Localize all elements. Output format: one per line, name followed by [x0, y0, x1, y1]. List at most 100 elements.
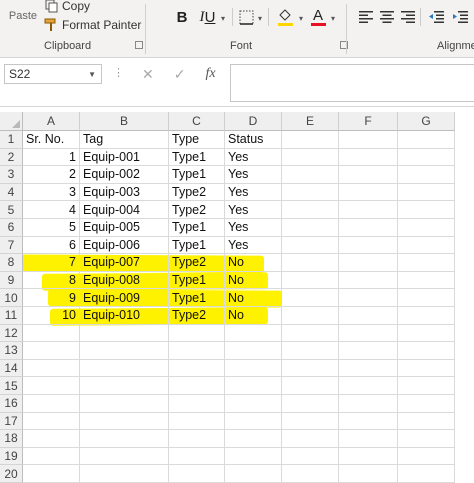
- cell-c17[interactable]: [169, 412, 225, 431]
- cell-c9[interactable]: Type1: [169, 271, 225, 290]
- formula-input[interactable]: [230, 64, 474, 102]
- cell-g3[interactable]: [398, 166, 455, 184]
- cell-g17[interactable]: [398, 412, 455, 431]
- cell-d15[interactable]: [225, 377, 282, 395]
- cell-g5[interactable]: [398, 201, 455, 219]
- fill-color-button[interactable]: [276, 6, 296, 28]
- cell-f17[interactable]: [339, 412, 398, 431]
- cell-f10[interactable]: [339, 289, 398, 307]
- cell-f18[interactable]: [339, 430, 398, 448]
- cell-f9[interactable]: [339, 271, 398, 290]
- column-header-f[interactable]: F: [339, 112, 398, 131]
- cell-e14[interactable]: [282, 359, 339, 378]
- cell-b1[interactable]: Tag: [80, 131, 169, 149]
- cell-b5[interactable]: Equip-004: [80, 201, 169, 219]
- cell-e6[interactable]: [282, 219, 339, 237]
- row-header-18[interactable]: 18: [0, 430, 23, 448]
- column-header-e[interactable]: E: [282, 112, 339, 131]
- cell-a18[interactable]: [23, 430, 80, 448]
- select-all-button[interactable]: [0, 112, 23, 131]
- cell-b6[interactable]: Equip-005: [80, 219, 169, 237]
- cell-g7[interactable]: [398, 236, 455, 255]
- cell-b2[interactable]: Equip-001: [80, 148, 169, 167]
- cell-b17[interactable]: [80, 412, 169, 431]
- cell-d10[interactable]: No: [225, 289, 282, 307]
- font-color-button[interactable]: A: [308, 6, 328, 28]
- cell-f15[interactable]: [339, 377, 398, 395]
- cancel-icon[interactable]: ✕: [142, 66, 154, 83]
- cell-a7[interactable]: 6: [23, 236, 80, 255]
- cell-f16[interactable]: [339, 395, 398, 413]
- row-header-10[interactable]: 10: [0, 289, 23, 307]
- underline-dropdown-arrow[interactable]: ▾: [221, 14, 225, 23]
- cell-b13[interactable]: [80, 342, 169, 360]
- cell-f19[interactable]: [339, 447, 398, 466]
- cell-g8[interactable]: [398, 254, 455, 272]
- row-header-14[interactable]: 14: [0, 359, 23, 378]
- cell-c6[interactable]: Type1: [169, 219, 225, 237]
- row-header-11[interactable]: 11: [0, 307, 23, 325]
- clipboard-dialog-launcher[interactable]: [135, 41, 143, 49]
- cell-d7[interactable]: Yes: [225, 236, 282, 255]
- cell-c3[interactable]: Type1: [169, 166, 225, 184]
- fill-color-dropdown-arrow[interactable]: ▾: [299, 14, 303, 23]
- column-header-b[interactable]: B: [80, 112, 169, 131]
- cell-a6[interactable]: 5: [23, 219, 80, 237]
- cell-f13[interactable]: [339, 342, 398, 360]
- row-header-15[interactable]: 15: [0, 377, 23, 395]
- cell-g6[interactable]: [398, 219, 455, 237]
- cell-d2[interactable]: Yes: [225, 148, 282, 167]
- column-header-g[interactable]: G: [398, 112, 455, 131]
- align-center-button[interactable]: [377, 6, 397, 28]
- row-header-8[interactable]: 8: [0, 254, 23, 272]
- cell-d9[interactable]: No: [225, 271, 282, 290]
- cell-c16[interactable]: [169, 395, 225, 413]
- cell-e18[interactable]: [282, 430, 339, 448]
- cell-e11[interactable]: [282, 307, 339, 325]
- name-box-dropdown-icon[interactable]: ▼: [88, 70, 96, 79]
- cell-b3[interactable]: Equip-002: [80, 166, 169, 184]
- cell-g14[interactable]: [398, 359, 455, 378]
- cell-a8[interactable]: 7: [23, 254, 80, 272]
- cell-e16[interactable]: [282, 395, 339, 413]
- cell-a20[interactable]: [23, 465, 80, 483]
- row-header-6[interactable]: 6: [0, 219, 23, 237]
- format-painter-button[interactable]: Format Painter: [44, 16, 141, 34]
- row-header-16[interactable]: 16: [0, 395, 23, 413]
- cell-a12[interactable]: [23, 324, 80, 343]
- row-header-7[interactable]: 7: [0, 236, 23, 255]
- cell-c14[interactable]: [169, 359, 225, 378]
- cell-b8[interactable]: Equip-007: [80, 254, 169, 272]
- row-header-17[interactable]: 17: [0, 412, 23, 431]
- cell-b20[interactable]: [80, 465, 169, 483]
- cell-g2[interactable]: [398, 148, 455, 167]
- cell-d6[interactable]: Yes: [225, 219, 282, 237]
- row-header-19[interactable]: 19: [0, 447, 23, 466]
- cell-f1[interactable]: [339, 131, 398, 149]
- cell-e9[interactable]: [282, 271, 339, 290]
- cell-g1[interactable]: [398, 131, 455, 149]
- cell-d19[interactable]: [225, 447, 282, 466]
- column-header-d[interactable]: D: [225, 112, 282, 131]
- cell-c10[interactable]: Type1: [169, 289, 225, 307]
- cell-g16[interactable]: [398, 395, 455, 413]
- cell-d5[interactable]: Yes: [225, 201, 282, 219]
- cell-f8[interactable]: [339, 254, 398, 272]
- cell-c13[interactable]: [169, 342, 225, 360]
- cell-c12[interactable]: [169, 324, 225, 343]
- cell-d8[interactable]: No: [225, 254, 282, 272]
- row-header-4[interactable]: 4: [0, 183, 23, 202]
- cell-e13[interactable]: [282, 342, 339, 360]
- cell-c5[interactable]: Type2: [169, 201, 225, 219]
- cell-d18[interactable]: [225, 430, 282, 448]
- cell-d12[interactable]: [225, 324, 282, 343]
- cell-g19[interactable]: [398, 447, 455, 466]
- cell-g15[interactable]: [398, 377, 455, 395]
- cell-d3[interactable]: Yes: [225, 166, 282, 184]
- borders-button[interactable]: [236, 6, 256, 28]
- cell-a2[interactable]: 1: [23, 148, 80, 167]
- cell-f4[interactable]: [339, 183, 398, 202]
- cell-b15[interactable]: [80, 377, 169, 395]
- align-right-button[interactable]: [398, 6, 418, 28]
- cell-e12[interactable]: [282, 324, 339, 343]
